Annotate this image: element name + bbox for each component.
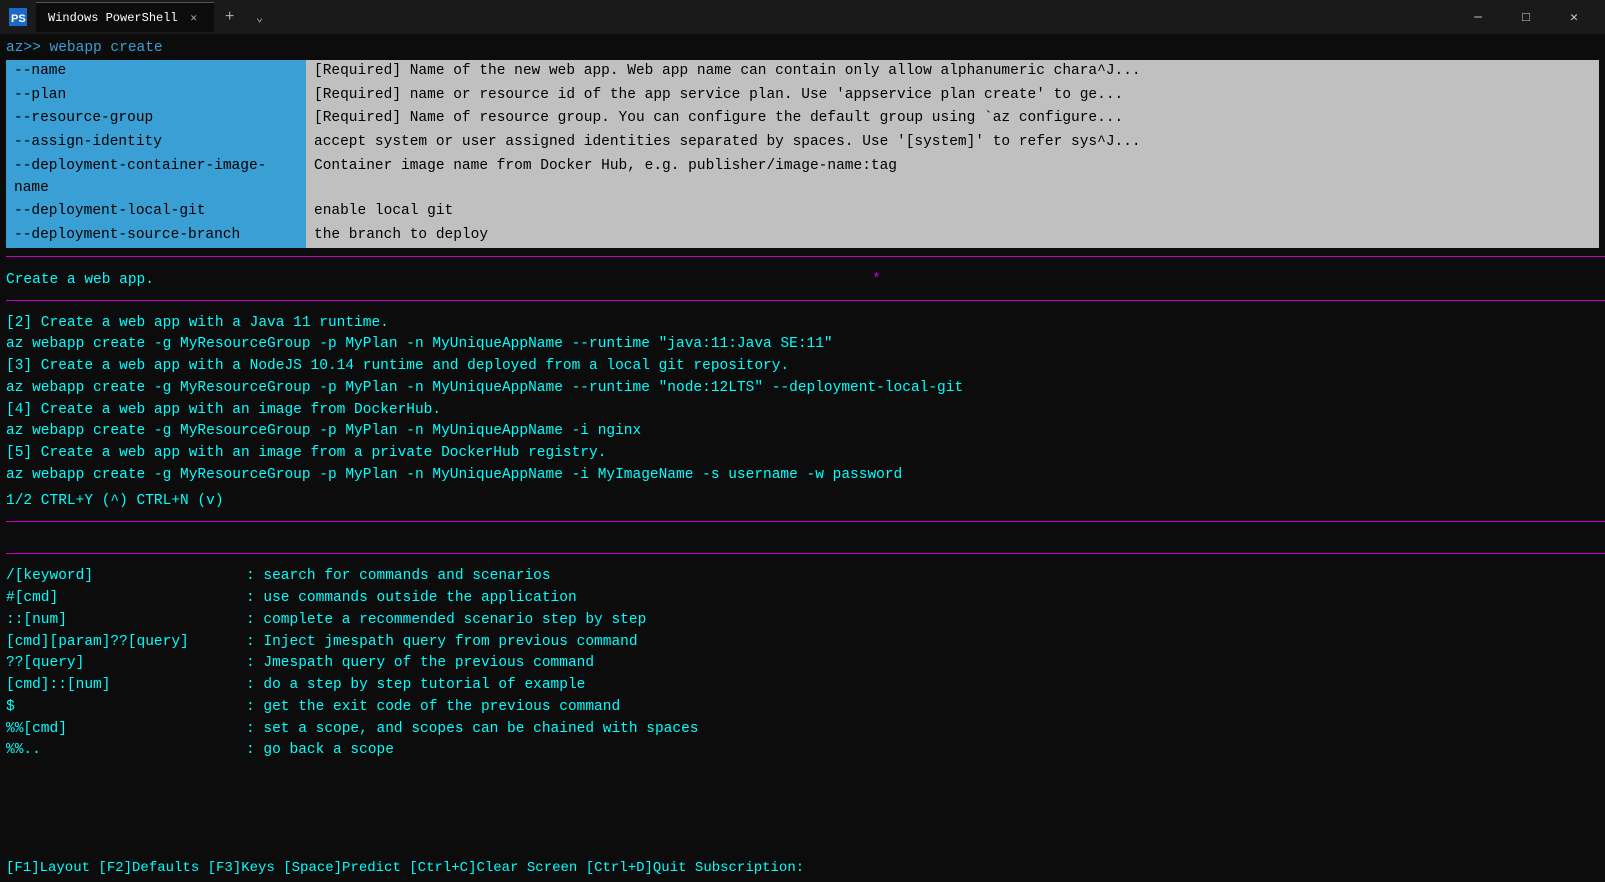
help-desc: : Jmespath query of the previous command <box>246 653 594 675</box>
active-tab[interactable]: Windows PowerShell ✕ <box>36 2 214 32</box>
titlebar: PS Windows PowerShell ✕ + ⌄ ─ □ ✕ <box>0 0 1605 34</box>
prompt-line: az>> webapp create <box>6 38 1599 60</box>
help-key: %%[cmd] <box>6 719 246 741</box>
help-row: ::[num] : complete a recommended scenari… <box>6 610 1599 632</box>
autocomplete-row: --deployment-local-gitenable local git <box>6 200 1599 224</box>
asterisk: * <box>872 269 881 292</box>
help-desc: : set a scope, and scopes can be chained… <box>246 719 698 741</box>
example-line: [2] Create a web app with a Java 11 runt… <box>6 313 1599 335</box>
autocomplete-value: the branch to deploy <box>306 224 1599 248</box>
help-desc: : search for commands and scenarios <box>246 566 551 588</box>
autocomplete-value: Container image name from Docker Hub, e.… <box>306 155 1599 201</box>
autocomplete-table: --name[Required] Name of the new web app… <box>6 60 1599 248</box>
pagination-text: 1/2 CTRL+Y (^) CTRL+N (v) <box>6 493 224 509</box>
example-line: az webapp create -g MyResourceGroup -p M… <box>6 334 1599 356</box>
autocomplete-key: --deployment-container-image-name <box>6 155 306 201</box>
autocomplete-row: --deployment-container-image-nameContain… <box>6 155 1599 201</box>
close-button[interactable]: ✕ <box>1551 0 1597 34</box>
help-row: %%[cmd] : set a scope, and scopes can be… <box>6 719 1599 741</box>
help-desc: : use commands outside the application <box>246 588 577 610</box>
autocomplete-row: --assign-identityaccept system or user a… <box>6 131 1599 155</box>
help-key: [cmd]::[num] <box>6 675 246 697</box>
tab-bar: Windows PowerShell ✕ + ⌄ <box>36 2 738 32</box>
autocomplete-key: --plan <box>6 84 306 108</box>
help-row: /[keyword] : search for commands and sce… <box>6 566 1599 588</box>
autocomplete-value: enable local git <box>306 200 1599 224</box>
autocomplete-value: [Required] name or resource id of the ap… <box>306 84 1599 108</box>
help-key: %%.. <box>6 740 246 762</box>
example-line: [3] Create a web app with a NodeJS 10.14… <box>6 356 1599 378</box>
help-key: $ <box>6 697 246 719</box>
help-row: %%.. : go back a scope <box>6 740 1599 762</box>
help-desc: : complete a recommended scenario step b… <box>246 610 646 632</box>
autocomplete-key: --deployment-local-git <box>6 200 306 224</box>
help-key: [cmd][param]??[query] <box>6 632 246 654</box>
help-key: /[keyword] <box>6 566 246 588</box>
help-desc: : Inject jmespath query from previous co… <box>246 632 638 654</box>
autocomplete-row: --resource-group[Required] Name of resou… <box>6 107 1599 131</box>
maximize-button[interactable]: □ <box>1503 0 1549 34</box>
autocomplete-value: [Required] Name of the new web app. Web … <box>306 60 1599 84</box>
help-row: [cmd]::[num] : do a step by step tutoria… <box>6 675 1599 697</box>
example-line: [4] Create a web app with an image from … <box>6 400 1599 422</box>
example-line: az webapp create -g MyResourceGroup -p M… <box>6 421 1599 443</box>
help-row: $ : get the exit code of the previous co… <box>6 697 1599 719</box>
pagination-line: 1/2 CTRL+Y (^) CTRL+N (v) <box>6 491 1599 512</box>
help-key: #[cmd] <box>6 588 246 610</box>
svg-text:PS: PS <box>11 13 26 25</box>
autocomplete-value: [Required] Name of resource group. You c… <box>306 107 1599 131</box>
separator-2: ────────────────────────────────────────… <box>6 293 1599 312</box>
autocomplete-key: --deployment-source-branch <box>6 224 306 248</box>
tab-close-button[interactable]: ✕ <box>186 10 202 26</box>
window-controls: ─ □ ✕ <box>1455 0 1597 34</box>
help-section: /[keyword] : search for commands and sce… <box>6 566 1599 762</box>
help-row: [cmd][param]??[query]: Inject jmespath q… <box>6 632 1599 654</box>
separator-3: ────────────────────────────────────────… <box>6 514 1599 533</box>
autocomplete-row: --deployment-source-branchthe branch to … <box>6 224 1599 248</box>
help-desc: : do a step by step tutorial of example <box>246 675 585 697</box>
help-key: ::[num] <box>6 610 246 632</box>
bottom-bar: [F1]Layout [F2]Defaults [F3]Keys [Space]… <box>0 855 1605 882</box>
autocomplete-key: --name <box>6 60 306 84</box>
prompt-text: az>> webapp create <box>6 40 163 56</box>
help-row: ??[query] : Jmespath query of the previo… <box>6 653 1599 675</box>
app-icon: PS <box>8 7 28 27</box>
tab-dropdown-button[interactable]: ⌄ <box>246 3 274 31</box>
tab-title: Windows PowerShell <box>48 11 178 25</box>
example-line: [5] Create a web app with an image from … <box>6 443 1599 465</box>
example-line: az webapp create -g MyResourceGroup -p M… <box>6 378 1599 400</box>
autocomplete-value: accept system or user assigned identitie… <box>306 131 1599 155</box>
examples-section: [2] Create a web app with a Java 11 runt… <box>6 313 1599 487</box>
separator-4: ────────────────────────────────────────… <box>6 546 1599 565</box>
autocomplete-key: --resource-group <box>6 107 306 131</box>
terminal[interactable]: az>> webapp create --name[Required] Name… <box>0 34 1605 882</box>
help-desc: : get the exit code of the previous comm… <box>246 697 620 719</box>
help-row: #[cmd] : use commands outside the applic… <box>6 588 1599 610</box>
minimize-button[interactable]: ─ <box>1455 0 1501 34</box>
separator-1: ────────────────────────────────────────… <box>6 249 1599 268</box>
description-line: Create a web app. * <box>6 269 1599 292</box>
description-text: Create a web app. <box>6 269 154 292</box>
help-desc: : go back a scope <box>246 740 394 762</box>
new-tab-button[interactable]: + <box>216 3 244 31</box>
autocomplete-row: --plan[Required] name or resource id of … <box>6 84 1599 108</box>
help-key: ??[query] <box>6 653 246 675</box>
bottom-bar-text: [F1]Layout [F2]Defaults [F3]Keys [Space]… <box>6 860 804 876</box>
autocomplete-key: --assign-identity <box>6 131 306 155</box>
example-line: az webapp create -g MyResourceGroup -p M… <box>6 465 1599 487</box>
autocomplete-row: --name[Required] Name of the new web app… <box>6 60 1599 84</box>
